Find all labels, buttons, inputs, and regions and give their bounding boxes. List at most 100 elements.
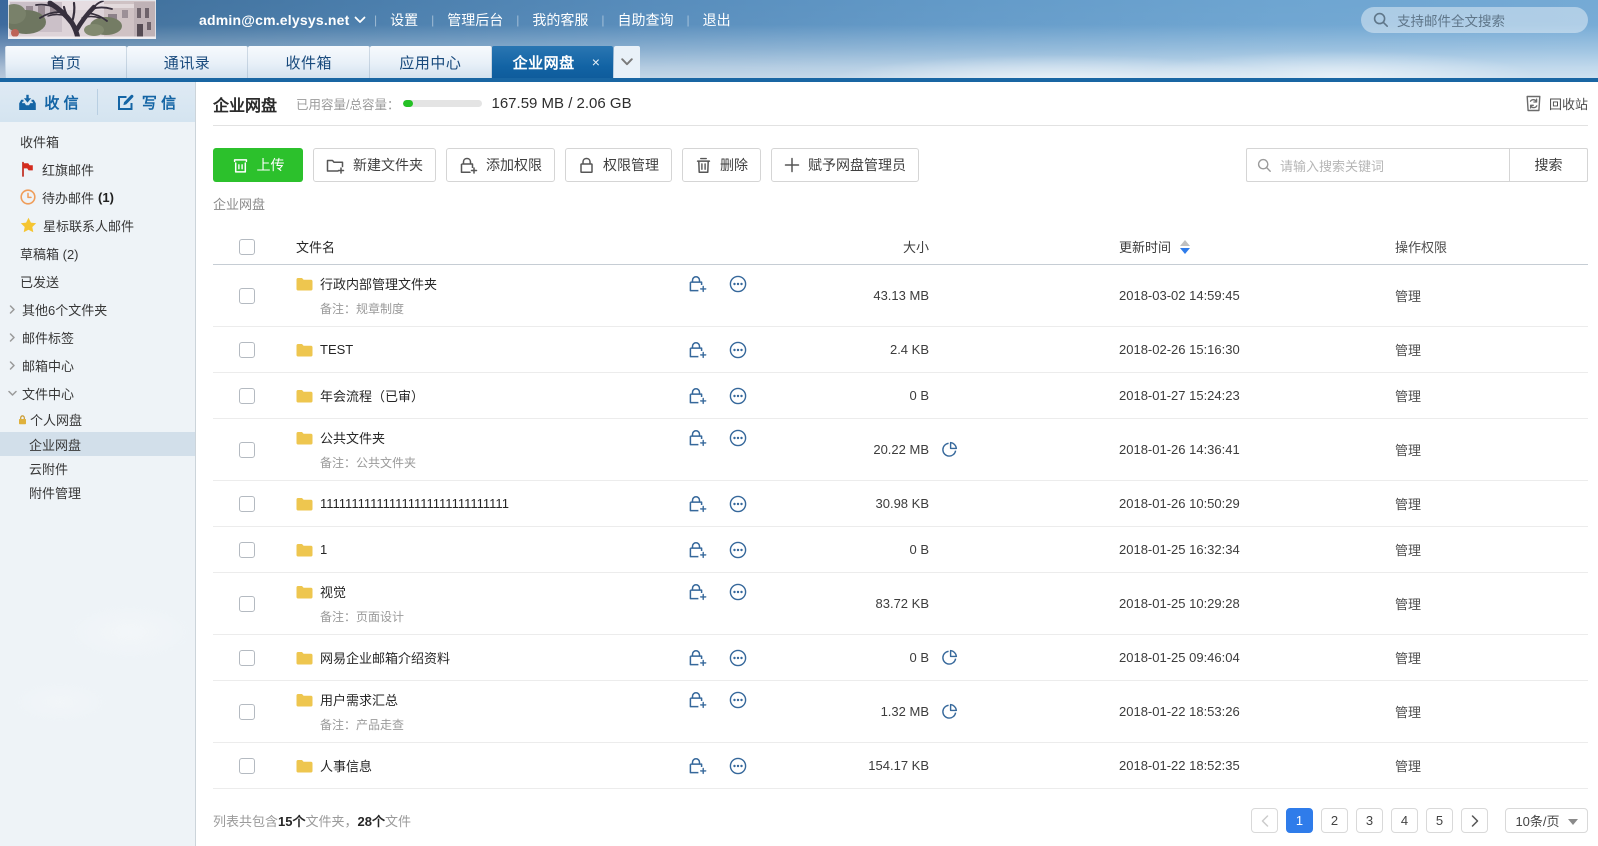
sidebar-item-红旗邮件[interactable]: 红旗邮件 [0, 155, 195, 183]
topbar-link-2[interactable]: 管理后台 [447, 10, 503, 30]
row-add-permission-button[interactable] [688, 649, 707, 667]
page-button-4[interactable]: 4 [1391, 808, 1418, 833]
file-name[interactable]: 公共文件夹 [320, 428, 385, 447]
manage-link[interactable]: 管理 [1395, 289, 1421, 304]
page-button-5[interactable]: 5 [1426, 808, 1453, 833]
sidebar-item-已发送[interactable]: 已发送 [0, 267, 195, 295]
row-more-button[interactable] [729, 387, 747, 405]
next-page-button[interactable] [1461, 808, 1488, 833]
sidebar-item-云附件[interactable]: 云附件 [0, 456, 195, 480]
page-button-3[interactable]: 3 [1356, 808, 1383, 833]
row-checkbox[interactable] [239, 596, 255, 612]
sidebar-item-附件管理[interactable]: 附件管理 [0, 480, 195, 504]
row-more-button[interactable] [729, 341, 747, 359]
file-name[interactable]: TEST [320, 342, 353, 357]
manage-link[interactable]: 管理 [1395, 651, 1421, 666]
column-header-updated[interactable]: 更新时间 [1119, 237, 1395, 256]
file-name[interactable]: 1 [320, 542, 327, 557]
topbar-link-1[interactable]: 设置 [390, 10, 418, 30]
row-add-permission-button[interactable] [688, 387, 707, 405]
permission-manage-button[interactable]: 权限管理 [565, 148, 672, 182]
row-more-button[interactable] [729, 757, 747, 775]
sidebar-item-企业网盘[interactable]: 企业网盘 [0, 432, 195, 456]
select-all-checkbox[interactable] [239, 239, 255, 255]
row-add-permission-button[interactable] [688, 495, 707, 513]
row-more-button[interactable] [729, 649, 747, 667]
new-folder-button[interactable]: 新建文件夹 [313, 148, 436, 182]
file-name[interactable]: 网易企业邮箱介绍资料 [320, 648, 450, 667]
file-name[interactable]: 行政内部管理文件夹 [320, 274, 437, 293]
sidebar-item-收件箱[interactable]: 收件箱 [0, 127, 195, 155]
account-menu[interactable]: admin@cm.elysys.net [199, 0, 366, 40]
sidebar-item-邮件标签[interactable]: 邮件标签 [0, 323, 195, 351]
page-button-1[interactable]: 1 [1286, 808, 1313, 833]
row-checkbox[interactable] [239, 704, 255, 720]
usage-pie-button[interactable] [941, 649, 958, 666]
manage-link[interactable]: 管理 [1395, 343, 1421, 358]
search-button[interactable]: 搜索 [1509, 148, 1588, 182]
file-name[interactable]: 视觉 [320, 582, 346, 601]
row-checkbox[interactable] [239, 342, 255, 358]
row-checkbox[interactable] [239, 650, 255, 666]
tab-应用中心[interactable]: 应用中心 [370, 46, 492, 78]
row-add-permission-button[interactable] [688, 429, 707, 447]
file-name[interactable]: 用户需求汇总 [320, 690, 398, 709]
row-checkbox[interactable] [239, 542, 255, 558]
file-name[interactable]: 111111111111111111111111111111 [320, 496, 509, 511]
row-checkbox[interactable] [239, 496, 255, 512]
row-add-permission-button[interactable] [688, 691, 707, 709]
row-more-button[interactable] [729, 275, 747, 293]
row-more-button[interactable] [729, 583, 747, 601]
grant-admin-button[interactable]: 赋予网盘管理员 [771, 148, 919, 182]
sidebar-item-邮箱中心[interactable]: 邮箱中心 [0, 351, 195, 379]
mail-search-input[interactable]: 支持邮件全文搜索 [1361, 7, 1588, 33]
prev-page-button[interactable] [1251, 808, 1278, 833]
tab-list-button[interactable] [614, 46, 640, 78]
manage-link[interactable]: 管理 [1395, 443, 1421, 458]
sidebar-item-其他6个文件夹[interactable]: 其他6个文件夹 [0, 295, 195, 323]
sort-icon[interactable] [1180, 240, 1190, 254]
sidebar-item-草稿箱 (2)[interactable]: 草稿箱 (2) [0, 239, 195, 267]
sidebar-item-星标联系人邮件[interactable]: 星标联系人邮件 [0, 211, 195, 239]
row-checkbox[interactable] [239, 758, 255, 774]
manage-link[interactable]: 管理 [1395, 497, 1421, 512]
page-size-select[interactable]: 10条/页 [1505, 808, 1588, 833]
drive-search-input[interactable]: 请输入搜索关键词 [1246, 148, 1509, 182]
sidebar-item-待办邮件[interactable]: 待办邮件(1) [0, 183, 195, 211]
tab-首页[interactable]: 首页 [5, 46, 127, 78]
receive-mail-button[interactable]: 收 信 [0, 82, 97, 122]
row-add-permission-button[interactable] [688, 583, 707, 601]
manage-link[interactable]: 管理 [1395, 543, 1421, 558]
tab-收件箱[interactable]: 收件箱 [248, 46, 370, 78]
file-name[interactable]: 年会流程（已审） [320, 386, 424, 405]
sidebar-item-个人网盘[interactable]: 个人网盘 [0, 407, 195, 432]
row-checkbox[interactable] [239, 288, 255, 304]
row-add-permission-button[interactable] [688, 341, 707, 359]
row-add-permission-button[interactable] [688, 541, 707, 559]
file-name[interactable]: 人事信息 [320, 756, 372, 775]
delete-button[interactable]: 删除 [682, 148, 761, 182]
usage-pie-button[interactable] [941, 441, 958, 458]
compose-mail-button[interactable]: 写 信 [98, 82, 195, 122]
row-checkbox[interactable] [239, 388, 255, 404]
row-more-button[interactable] [729, 429, 747, 447]
add-permission-button[interactable]: 添加权限 [446, 148, 555, 182]
tab-企业网盘[interactable]: 企业网盘× [492, 46, 614, 78]
topbar-link-4[interactable]: 自助查询 [618, 10, 674, 30]
manage-link[interactable]: 管理 [1395, 759, 1421, 774]
tab-通讯录[interactable]: 通讯录 [127, 46, 249, 78]
row-checkbox[interactable] [239, 442, 255, 458]
topbar-link-3[interactable]: 我的客服 [532, 10, 588, 30]
manage-link[interactable]: 管理 [1395, 389, 1421, 404]
page-button-2[interactable]: 2 [1321, 808, 1348, 833]
manage-link[interactable]: 管理 [1395, 705, 1421, 720]
topbar-link-5[interactable]: 退出 [703, 10, 731, 30]
usage-pie-button[interactable] [941, 703, 958, 720]
row-add-permission-button[interactable] [688, 757, 707, 775]
tab-close-icon[interactable]: × [592, 54, 601, 70]
sidebar-item-文件中心[interactable]: 文件中心 [0, 379, 195, 407]
row-more-button[interactable] [729, 691, 747, 709]
breadcrumb[interactable]: 企业网盘 [213, 198, 1588, 212]
manage-link[interactable]: 管理 [1395, 597, 1421, 612]
row-add-permission-button[interactable] [688, 275, 707, 293]
